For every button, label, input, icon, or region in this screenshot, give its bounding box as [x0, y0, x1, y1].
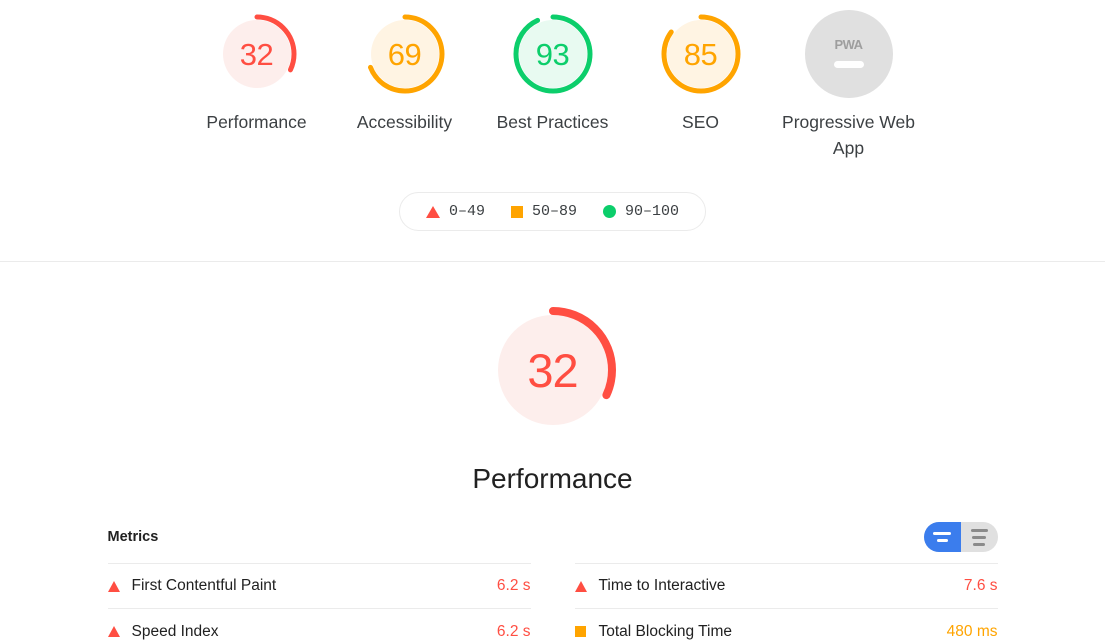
metric-value: 480 ms: [946, 622, 998, 640]
toggle-bar-icon: [936, 539, 948, 542]
gauge-score-value: 32: [239, 36, 274, 72]
triangle-icon: [425, 205, 440, 218]
score-gauge-pwa[interactable]: PWA Progressive Web App: [775, 10, 923, 161]
gauge-score-value: 69: [387, 36, 422, 72]
metrics-title: Metrics: [107, 529, 159, 545]
metric-name: Speed Index: [131, 622, 219, 640]
score-gauge-best-practices[interactable]: 93 Best Practices: [479, 10, 627, 135]
pwa-badge: PWA: [804, 10, 893, 98]
expanded-view-toggle[interactable]: [961, 522, 998, 552]
gauge-ring-performance: 32: [213, 10, 301, 98]
square-icon: [510, 205, 523, 218]
metric-value: 6.2 s: [496, 577, 531, 594]
gauge-label: SEO: [682, 112, 719, 132]
gauge-score-value: 85: [683, 36, 718, 72]
triangle-icon: [107, 626, 132, 637]
metric-name: Total Blocking Time: [598, 622, 733, 640]
score-scale-legend-row: 0–49 50–89 90–100: [0, 192, 1105, 231]
toggle-bar-icon: [933, 532, 951, 535]
toggle-bar-icon: [970, 528, 988, 532]
score-gauge-accessibility[interactable]: 69 Accessibility: [331, 10, 479, 135]
metrics-header: Metrics: [108, 522, 998, 563]
performance-category-section: 32 Performance Metrics First Contentful …: [0, 262, 1105, 644]
scores-summary-strip: 32 Performance 69 Accessibility 93 Best …: [0, 0, 1105, 262]
metric-row[interactable]: Total Blocking Time 480 ms: [574, 609, 998, 644]
category-gauge-performance: 32: [483, 300, 623, 440]
pwa-logo-icon: PWA: [834, 36, 863, 52]
legend-range-label: 0–49: [448, 203, 485, 220]
square-icon: [574, 626, 599, 637]
gauge-ring-accessibility: 69: [361, 10, 449, 98]
legend-item-fail: 0–49: [425, 203, 485, 220]
toggle-bar-icon: [972, 535, 986, 539]
metric-value: 7.6 s: [963, 577, 998, 594]
metric-row[interactable]: Time to Interactive 7.6 s: [574, 563, 998, 609]
score-gauge-seo[interactable]: 85 SEO: [627, 10, 775, 135]
category-gauge-block: 32 Performance: [0, 300, 1105, 496]
metrics-columns: First Contentful Paint 6.2 s Speed Index…: [107, 563, 998, 644]
metric-name: Time to Interactive: [598, 577, 726, 594]
metrics-right-column: Time to Interactive 7.6 s Total Blocking…: [574, 563, 998, 644]
triangle-icon: [107, 580, 132, 592]
category-score-value: 32: [527, 343, 578, 397]
category-title: Performance: [472, 463, 633, 494]
metric-name: First Contentful Paint: [131, 577, 277, 594]
score-scale-legend: 0–49 50–89 90–100: [398, 192, 707, 231]
metrics-block: Metrics First Contentful Paint 6.2 s Spe…: [107, 496, 998, 644]
legend-item-pass: 90–100: [603, 203, 679, 220]
gauge-ring-best-practices: 93: [509, 10, 597, 98]
metrics-view-toggle[interactable]: [923, 522, 998, 552]
metric-value: 6.2 s: [496, 622, 531, 640]
gauge-label: Accessibility: [356, 112, 453, 132]
score-gauges-row: 32 Performance 69 Accessibility 93 Best …: [0, 10, 1105, 161]
gauge-score-value: 93: [535, 36, 570, 72]
score-gauge-performance[interactable]: 32 Performance: [183, 10, 331, 135]
metric-row[interactable]: First Contentful Paint 6.2 s: [107, 563, 531, 609]
metric-row[interactable]: Speed Index 6.2 s: [107, 609, 531, 644]
circle-icon: [603, 205, 616, 218]
gauge-label: Progressive Web App: [782, 112, 915, 158]
toggle-bar-icon: [973, 542, 985, 546]
legend-item-average: 50–89: [510, 203, 577, 220]
gauge-label: Performance: [206, 112, 307, 132]
simple-view-toggle[interactable]: [923, 522, 961, 552]
gauge-label: Best Practices: [496, 112, 609, 132]
legend-range-label: 90–100: [625, 203, 680, 220]
pwa-dash-icon: [833, 60, 864, 68]
gauge-ring-seo: 85: [657, 10, 745, 98]
metrics-left-column: First Contentful Paint 6.2 s Speed Index…: [107, 563, 531, 644]
triangle-icon: [574, 580, 599, 592]
legend-range-label: 50–89: [531, 203, 577, 220]
